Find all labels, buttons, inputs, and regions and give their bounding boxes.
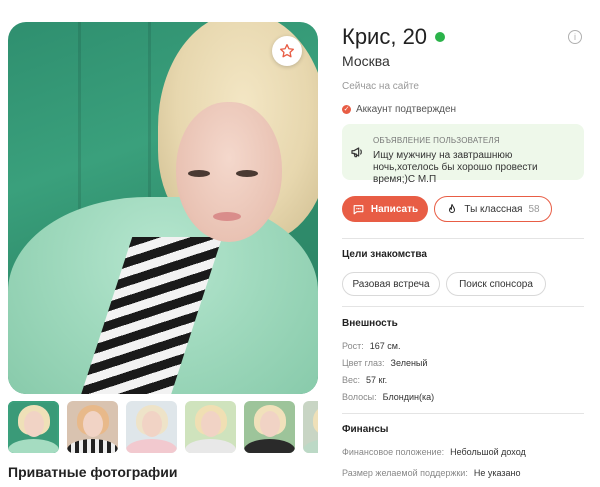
online-status: Сейчас на сайте bbox=[342, 81, 419, 92]
hair-value: Блондин(ка) bbox=[382, 392, 435, 402]
support-size-row: Размер желаемой поддержки: Не указано bbox=[342, 468, 520, 478]
goal-chip[interactable]: Разовая встреча bbox=[342, 272, 440, 296]
online-indicator bbox=[435, 32, 446, 42]
financial-status-label: Финансовое положение: bbox=[342, 447, 445, 457]
divider bbox=[342, 306, 584, 307]
user-announcement: ОБЪЯВЛЕНИЕ ПОЛЬЗОВАТЕЛЯ Ищу мужчину на з… bbox=[342, 124, 584, 185]
profile-name: Крис, 20 bbox=[342, 24, 428, 49]
thumb-face bbox=[201, 411, 221, 437]
height-label: Рост: bbox=[342, 341, 364, 351]
photo-thumbnails bbox=[8, 401, 318, 453]
thumb-body bbox=[185, 439, 236, 453]
weight-row: Вес: 57 кг. bbox=[342, 375, 387, 385]
thumb-body bbox=[8, 439, 59, 453]
photo-thumbnail[interactable] bbox=[185, 401, 236, 453]
photo-thumbnail[interactable] bbox=[244, 401, 295, 453]
goal-chip[interactable]: Поиск спонсора bbox=[446, 272, 546, 296]
photo-thumbnail[interactable] bbox=[303, 401, 318, 453]
thumb-face bbox=[83, 411, 103, 437]
main-profile-photo[interactable] bbox=[8, 22, 318, 394]
photo-thumbnail[interactable] bbox=[126, 401, 177, 453]
weight-label: Вес: bbox=[342, 375, 361, 385]
photo-thumbnail[interactable] bbox=[8, 401, 59, 453]
weight-value: 57 кг. bbox=[366, 375, 388, 385]
private-photos-title: Приватные фотографии bbox=[8, 464, 178, 480]
divider bbox=[342, 413, 584, 414]
like-label: Ты классная bbox=[464, 203, 523, 215]
write-label: Написать bbox=[370, 203, 419, 215]
support-size-label: Размер желаемой поддержки: bbox=[342, 468, 468, 478]
star-icon bbox=[280, 44, 294, 58]
thumb-body bbox=[244, 439, 295, 453]
like-button[interactable]: Ты классная 58 bbox=[434, 196, 552, 222]
thumb-body bbox=[303, 439, 318, 453]
eye-color-label: Цвет глаз: bbox=[342, 358, 385, 368]
check-icon: ✓ bbox=[342, 105, 351, 114]
appearance-title: Внешность bbox=[342, 318, 398, 329]
financial-status-row: Финансовое положение: Небольшой доход bbox=[342, 447, 526, 457]
thumb-hair bbox=[313, 405, 318, 435]
hair-row: Волосы: Блондин(ка) bbox=[342, 392, 434, 402]
announcement-title: ОБЪЯВЛЕНИЕ ПОЛЬЗОВАТЕЛЯ bbox=[373, 136, 500, 145]
thumb-face bbox=[24, 411, 44, 437]
hair-label: Волосы: bbox=[342, 392, 377, 402]
thumb-body bbox=[126, 439, 177, 453]
goals-title: Цели знакомства bbox=[342, 249, 427, 260]
chat-icon bbox=[353, 204, 364, 214]
thumb-body bbox=[67, 439, 118, 453]
megaphone-icon bbox=[351, 147, 362, 158]
verified-badge: ✓ Аккаунт подтвержден bbox=[342, 104, 456, 115]
thumb-face bbox=[260, 411, 280, 437]
info-icon[interactable]: i bbox=[568, 30, 582, 44]
height-value: 167 см. bbox=[369, 341, 401, 351]
profile-header: Крис, 20 bbox=[342, 24, 446, 50]
favorite-button[interactable] bbox=[272, 36, 302, 66]
eye-color-value: Зеленый bbox=[390, 358, 428, 368]
profile-city: Москва bbox=[342, 53, 390, 69]
height-row: Рост: 167 см. bbox=[342, 341, 400, 351]
support-size-value: Не указано bbox=[473, 468, 521, 478]
write-message-button[interactable]: Написать bbox=[342, 196, 428, 222]
thumb-face bbox=[142, 411, 162, 437]
like-count: 58 bbox=[528, 203, 540, 215]
flame-icon bbox=[449, 203, 456, 213]
photo-eye bbox=[188, 170, 210, 177]
announcement-text: Ищу мужчину на завтрашнюю ночь,хотелось … bbox=[373, 150, 538, 185]
photo-thumbnail[interactable] bbox=[67, 401, 118, 453]
photo-eye bbox=[236, 170, 258, 177]
photo-mouth bbox=[213, 212, 241, 221]
eye-color-row: Цвет глаз: Зеленый bbox=[342, 358, 427, 368]
verified-label: Аккаунт подтвержден bbox=[356, 104, 457, 115]
financial-status-value: Небольшой доход bbox=[450, 447, 526, 457]
finance-title: Финансы bbox=[342, 424, 389, 435]
divider bbox=[342, 238, 584, 239]
